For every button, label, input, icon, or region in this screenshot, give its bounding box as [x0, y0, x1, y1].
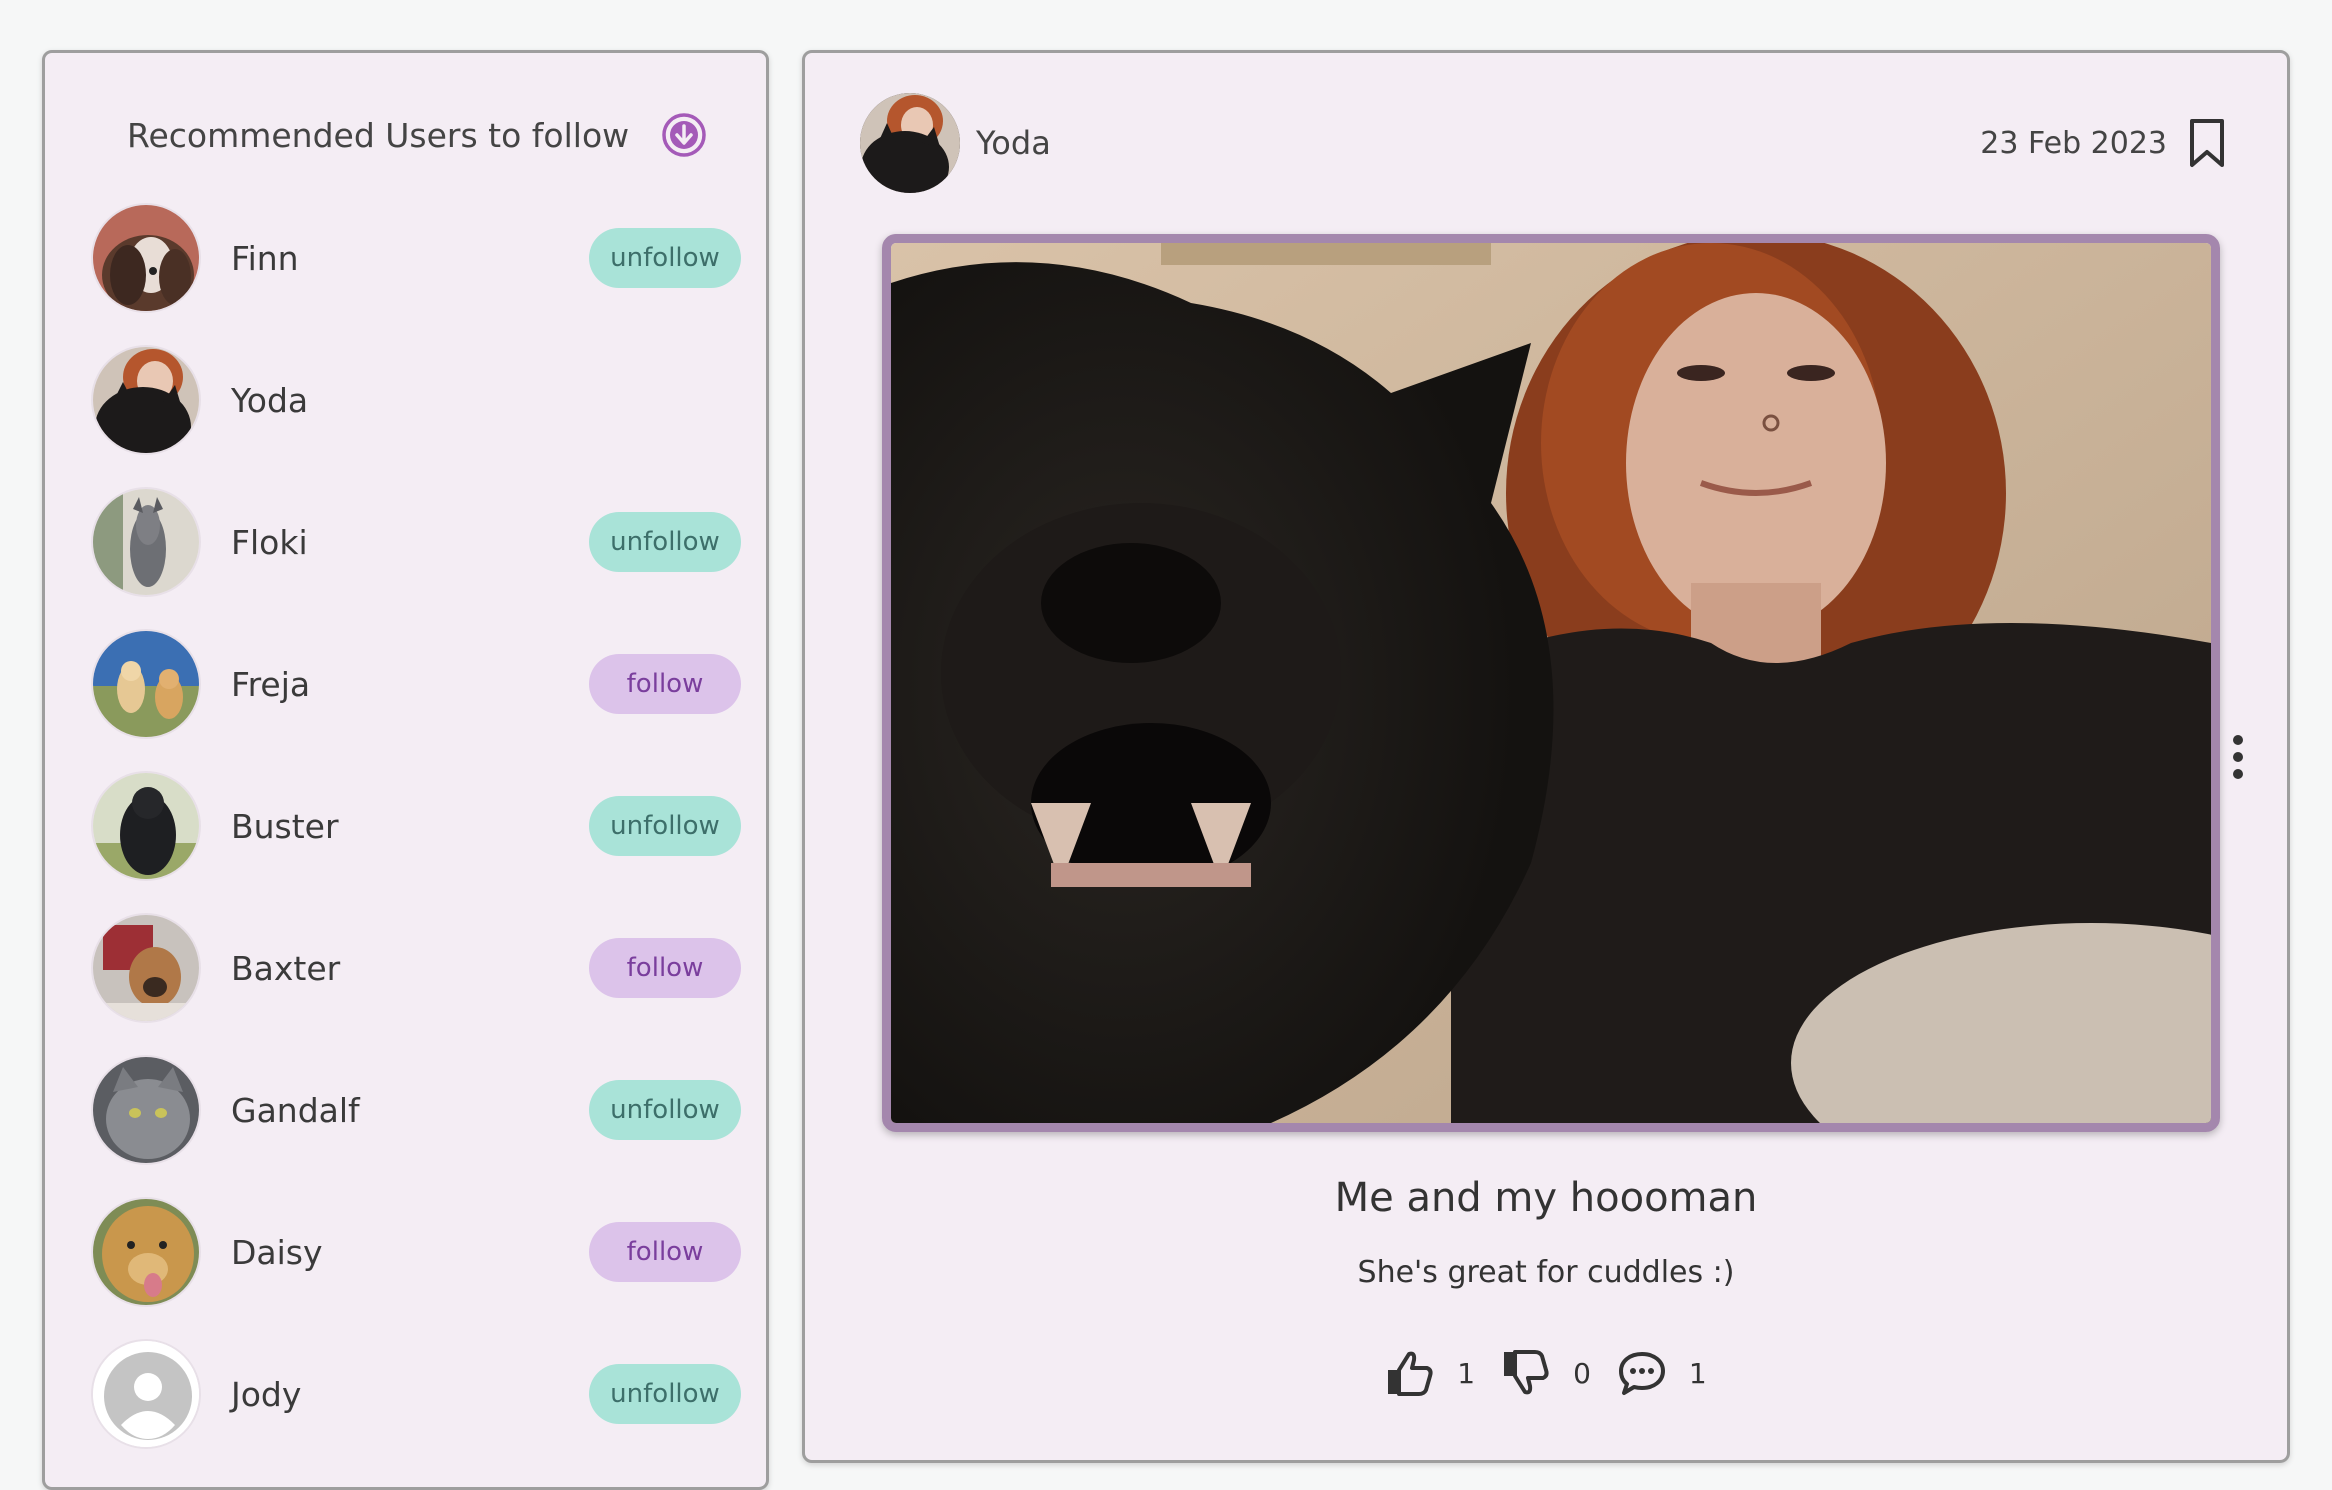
like-count: 1 — [1457, 1356, 1476, 1390]
unfollow-button[interactable]: unfollow — [589, 796, 741, 856]
avatar[interactable] — [91, 629, 201, 739]
avatar[interactable] — [91, 345, 201, 455]
post-body: She's great for cuddles :) — [1357, 1255, 1735, 1290]
dislike-count: 0 — [1573, 1356, 1591, 1390]
unfollow-button[interactable]: unfollow — [589, 228, 741, 288]
follow-button[interactable]: follow — [589, 1222, 741, 1282]
comment-icon[interactable] — [1617, 1348, 1667, 1398]
list-item[interactable]: Buster unfollow — [91, 771, 741, 881]
list-item[interactable]: Yoda — [91, 345, 741, 455]
dislike-control[interactable]: 0 — [1501, 1348, 1591, 1398]
user-name[interactable]: Floki — [231, 523, 589, 562]
unfollow-button[interactable]: unfollow — [589, 1364, 741, 1424]
user-name[interactable]: Finn — [231, 239, 589, 278]
follow-button[interactable]: follow — [589, 654, 741, 714]
avatar[interactable] — [91, 913, 201, 1023]
like-control[interactable]: 1 — [1385, 1348, 1475, 1398]
list-item[interactable]: Freja follow — [91, 629, 741, 739]
avatar[interactable] — [91, 203, 201, 313]
user-name[interactable]: Freja — [231, 665, 589, 704]
user-name[interactable]: Yoda — [231, 381, 741, 420]
download-circle-icon[interactable] — [661, 112, 707, 158]
comment-count: 1 — [1688, 1356, 1707, 1390]
avatar[interactable] — [860, 93, 960, 193]
thumbs-up-icon[interactable] — [1385, 1348, 1435, 1398]
unfollow-button[interactable]: unfollow — [589, 512, 741, 572]
post-author[interactable]: Yoda — [976, 124, 1980, 162]
list-item[interactable]: Floki unfollow — [91, 487, 741, 597]
list-item[interactable]: Finn unfollow — [91, 203, 741, 313]
recommended-users-panel: Recommended Users to follow Finn unfollo… — [42, 50, 769, 1490]
more-options-icon[interactable] — [2231, 733, 2245, 781]
avatar[interactable] — [91, 1055, 201, 1165]
user-name[interactable]: Gandalf — [231, 1091, 589, 1130]
comment-control[interactable]: 1 — [1617, 1348, 1707, 1398]
post-reactions: 1 0 1 — [805, 1343, 2287, 1403]
avatar[interactable] — [91, 487, 201, 597]
recommended-users-header: Recommended Users to follow — [127, 105, 707, 165]
avatar[interactable] — [91, 771, 201, 881]
avatar[interactable] — [91, 1339, 201, 1449]
post-date: 23 Feb 2023 — [1980, 125, 2167, 161]
user-name[interactable]: Jody — [231, 1375, 589, 1414]
follow-button[interactable]: follow — [589, 938, 741, 998]
list-item[interactable]: Jody unfollow — [91, 1339, 741, 1449]
post-title: Me and my hoooman — [1334, 1175, 1758, 1221]
thumbs-down-icon[interactable] — [1501, 1348, 1551, 1398]
recommended-users-title: Recommended Users to follow — [127, 115, 630, 155]
list-item[interactable]: Daisy follow — [91, 1197, 741, 1307]
user-name[interactable]: Baxter — [231, 949, 589, 988]
list-item[interactable]: Baxter follow — [91, 913, 741, 1023]
post-card: Yoda 23 Feb 2023 Me and my hoooman She's… — [802, 50, 2290, 1463]
post-image[interactable] — [882, 234, 2220, 1132]
bookmark-icon[interactable] — [2187, 118, 2227, 168]
unfollow-button[interactable]: unfollow — [589, 1080, 741, 1140]
post-header: Yoda 23 Feb 2023 — [860, 91, 2227, 195]
avatar[interactable] — [91, 1197, 201, 1307]
list-item[interactable]: Gandalf unfollow — [91, 1055, 741, 1165]
user-name[interactable]: Daisy — [231, 1233, 589, 1272]
user-name[interactable]: Buster — [231, 807, 589, 846]
